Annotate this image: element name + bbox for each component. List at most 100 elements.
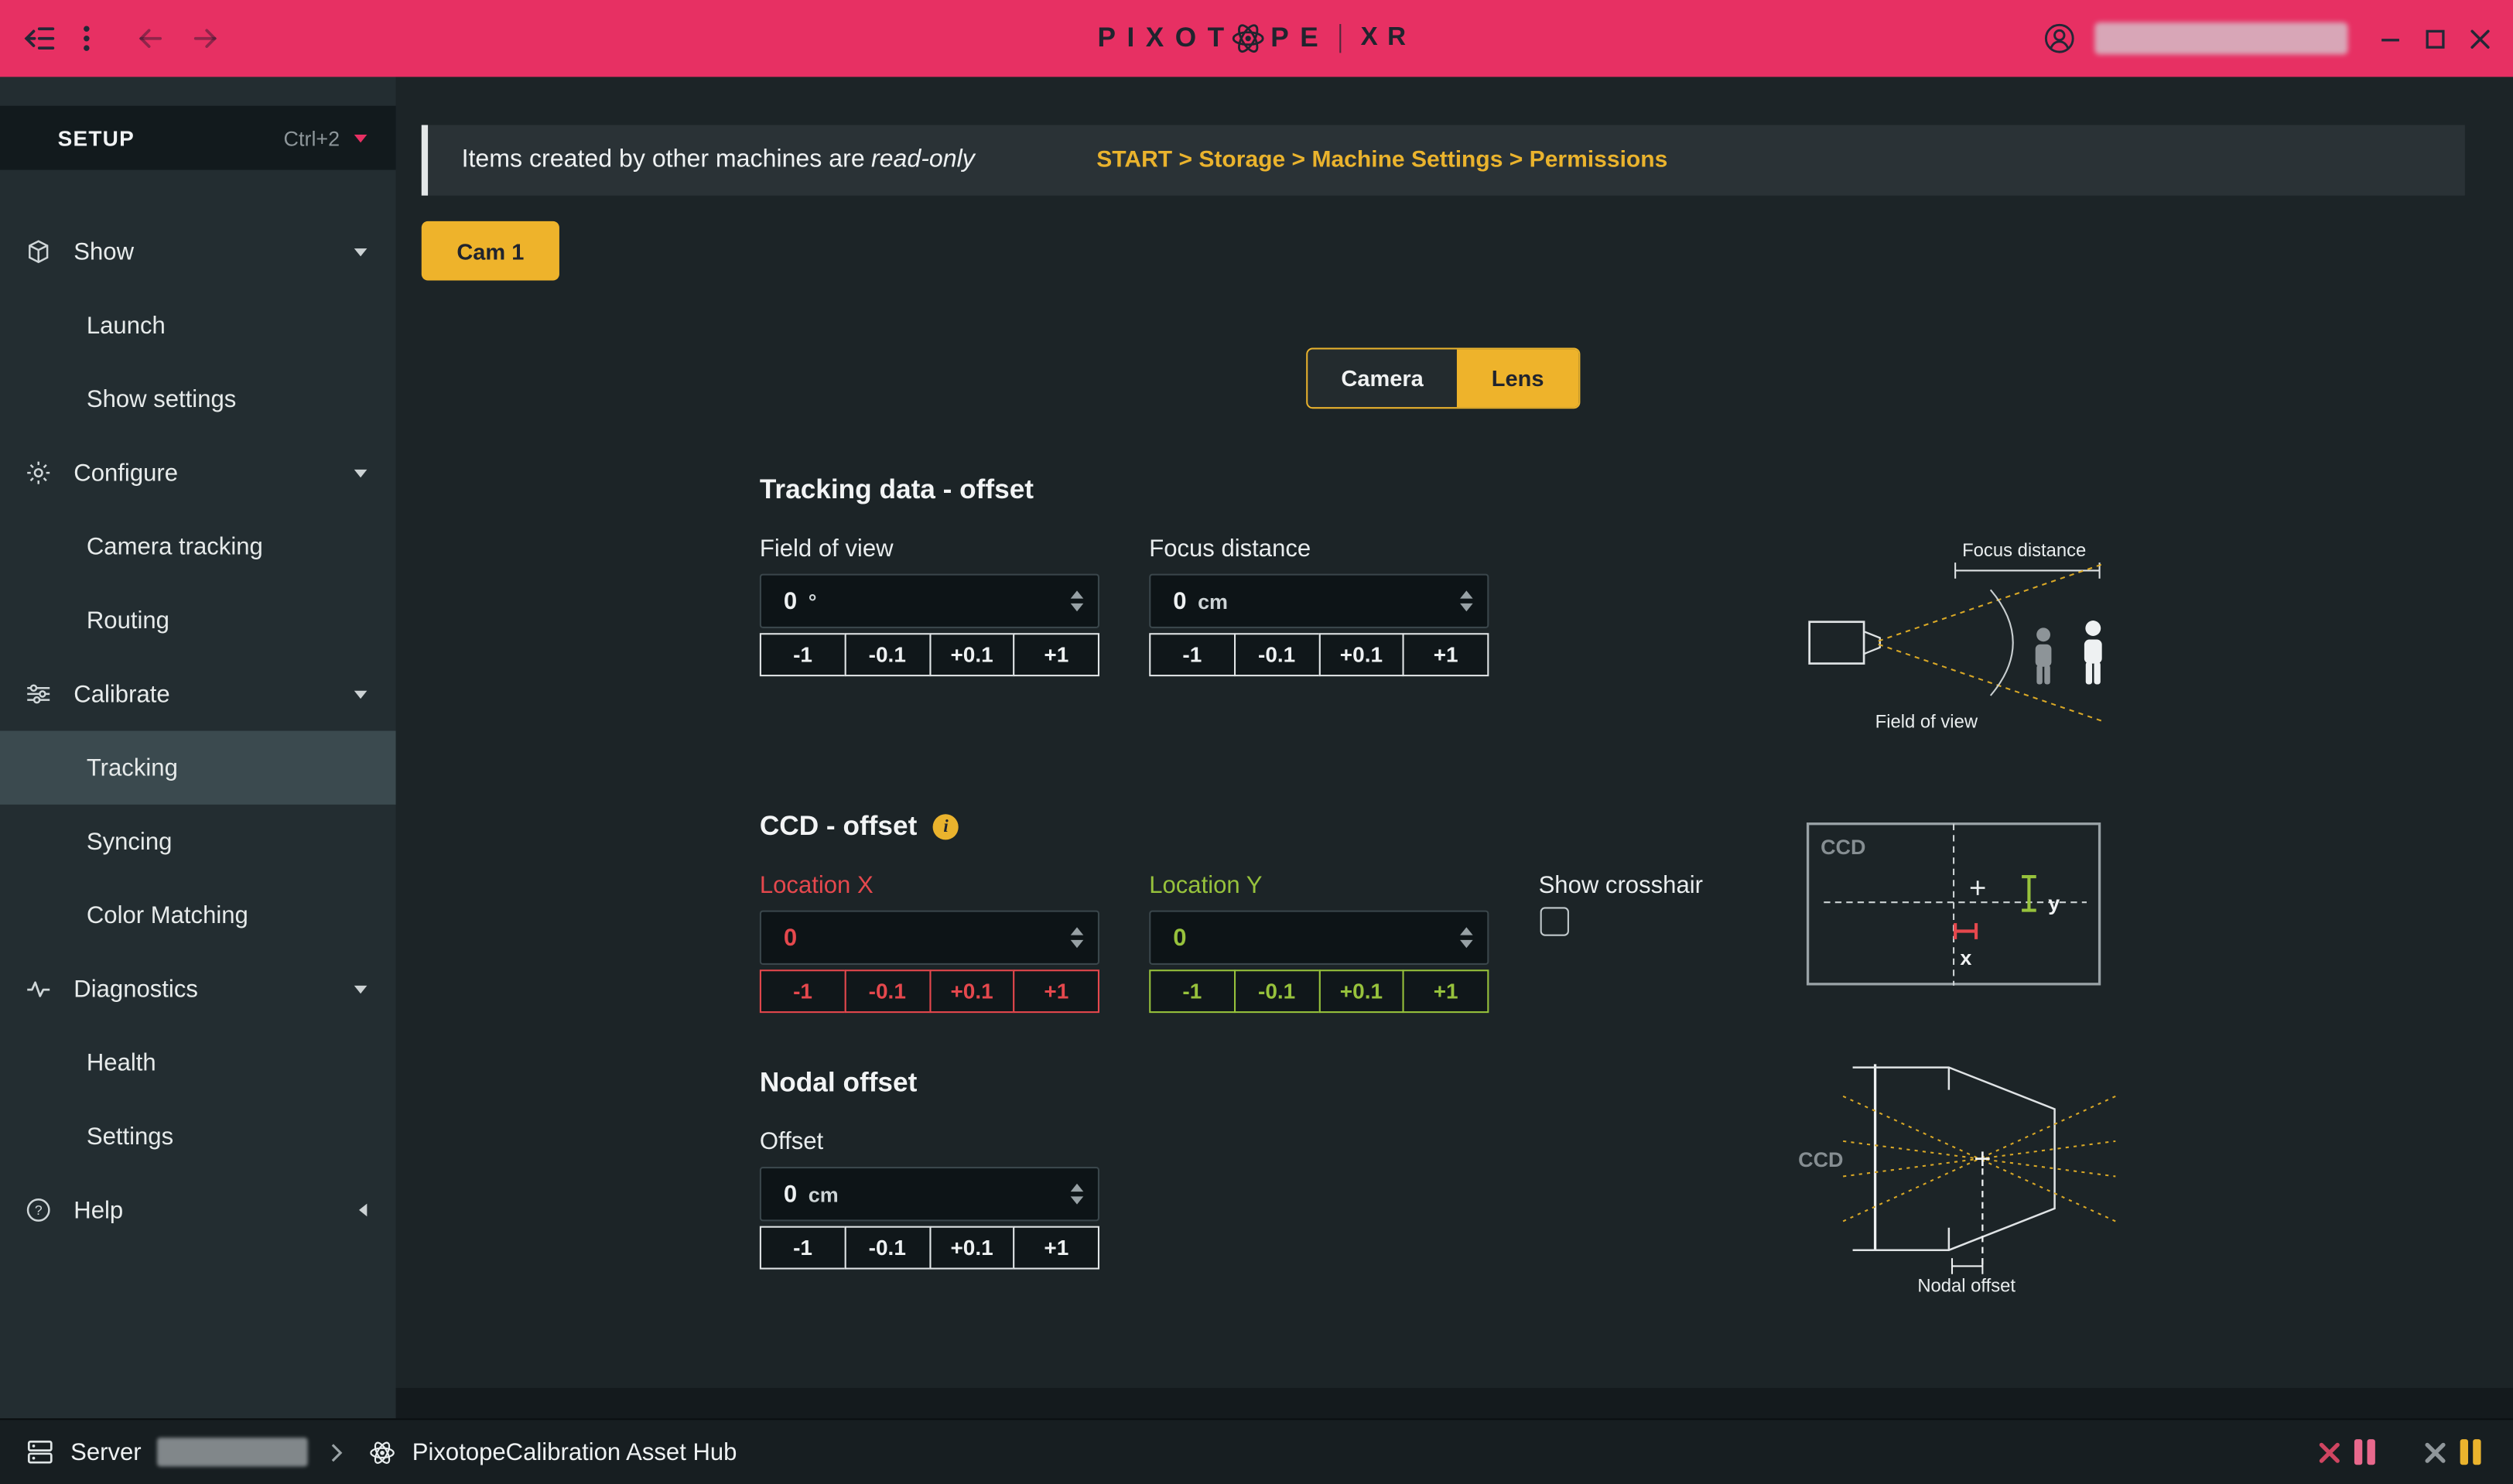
breadcrumb[interactable]: START > Storage > Machine Settings > Per… — [1096, 148, 1667, 173]
step-minus-01-button[interactable]: -0.1 — [844, 1226, 930, 1270]
step-plus-01-button[interactable]: +0.1 — [928, 1226, 1014, 1270]
sidebar-item-health[interactable]: Health — [0, 1026, 396, 1099]
atom-icon — [1230, 21, 1266, 56]
pixotope-logo: PIXOT PE XR — [1097, 21, 1415, 56]
sidebar-item-syncing[interactable]: Syncing — [0, 805, 396, 878]
focus-distance-input[interactable]: 0 cm — [1149, 574, 1489, 628]
sidebar-group-show[interactable]: Show — [0, 215, 396, 289]
pause-yellow-icon[interactable] — [2460, 1439, 2481, 1465]
location-x-field: 0 -1 -0.1 +0.1 +1 — [760, 911, 1099, 1014]
info-icon[interactable]: i — [933, 814, 959, 839]
location-x-input[interactable]: 0 — [760, 911, 1099, 965]
step-minus-01-button[interactable]: -0.1 — [1233, 969, 1319, 1013]
stop-session-red-icon[interactable] — [2317, 1440, 2341, 1464]
step-plus-1-button[interactable]: +1 — [1403, 633, 1489, 676]
show-crosshair-checkbox[interactable] — [1540, 907, 1569, 935]
section-title-tracking-offset: Tracking data - offset — [760, 474, 1034, 506]
sidebar-group-configure[interactable]: Configure — [0, 436, 396, 509]
x-offset-marker — [1955, 923, 1976, 939]
step-plus-01-button[interactable]: +0.1 — [928, 969, 1014, 1013]
pixotope-atom-icon — [369, 1438, 396, 1465]
field-of-view-input[interactable]: 0 ° — [760, 574, 1099, 628]
sidebar-item-routing[interactable]: Routing — [0, 583, 396, 657]
mode-label: SETUP — [58, 126, 135, 150]
minimize-button[interactable] — [2380, 28, 2401, 49]
svg-text:CCD: CCD — [1821, 836, 1865, 859]
section-title-nodal-offset: Nodal offset — [760, 1068, 917, 1099]
pause-pink-icon[interactable] — [2354, 1439, 2375, 1465]
stepper-arrows[interactable] — [1460, 927, 1473, 948]
step-minus-01-button[interactable]: -0.1 — [844, 969, 930, 1013]
sidebar-group-help[interactable]: ? Help — [0, 1173, 396, 1246]
asset-hub-label[interactable]: PixotopeCalibration Asset Hub — [412, 1438, 737, 1465]
chevron-down-icon — [354, 985, 368, 993]
mode-selector[interactable]: SETUP Ctrl+2 — [0, 106, 396, 170]
sidebar-item-tracking[interactable]: Tracking — [0, 731, 396, 805]
tab-camera[interactable]: Camera — [1308, 350, 1457, 408]
chevron-down-icon — [354, 248, 368, 255]
step-minus-01-button[interactable]: -0.1 — [844, 633, 930, 676]
stepper-arrows[interactable] — [1460, 590, 1473, 611]
step-plus-1-button[interactable]: +1 — [1014, 1226, 1099, 1270]
stepper-arrows[interactable] — [1071, 590, 1084, 611]
location-y-input[interactable]: 0 — [1149, 911, 1489, 965]
sidebar-group-diagnostics[interactable]: Diagnostics — [0, 952, 396, 1025]
maximize-button[interactable] — [2425, 28, 2446, 49]
forward-arrow-icon[interactable] — [191, 26, 220, 51]
step-minus-1-button[interactable]: -1 — [1149, 969, 1235, 1013]
focus-distance-label: Focus distance — [1149, 535, 1311, 562]
server-label[interactable]: Server — [70, 1438, 142, 1465]
sidebar-item-color-matching[interactable]: Color Matching — [0, 878, 396, 952]
tab-lens[interactable]: Lens — [1457, 350, 1578, 408]
chevron-down-icon — [354, 469, 368, 477]
sidebar-group-calibrate[interactable]: Calibrate — [0, 657, 396, 730]
step-plus-01-button[interactable]: +0.1 — [1318, 969, 1404, 1013]
content-bottom-gap — [396, 1388, 2513, 1418]
logo-separator — [1339, 24, 1342, 53]
user-account-icon[interactable] — [2043, 22, 2075, 54]
section-title-ccd-offset: CCD - offset i — [760, 811, 959, 843]
svg-text:Field of view: Field of view — [1875, 711, 1978, 732]
gear-icon — [26, 458, 54, 487]
stepper-arrows[interactable] — [1071, 927, 1084, 948]
camera-lens-toggle: Camera Lens — [1306, 348, 1580, 409]
sidebar-item-label: Routing — [87, 607, 169, 634]
step-plus-01-button[interactable]: +0.1 — [1318, 633, 1404, 676]
sidebar-group-label: Calibrate — [74, 680, 354, 707]
person-gray-icon — [2036, 627, 2052, 684]
step-plus-1-button[interactable]: +1 — [1014, 969, 1099, 1013]
close-button[interactable] — [2470, 28, 2491, 49]
step-plus-1-button[interactable]: +1 — [1014, 633, 1099, 676]
sidebar-collapse-icon[interactable] — [22, 24, 56, 53]
cam1-tab[interactable]: Cam 1 — [422, 221, 559, 281]
sidebar-item-label: Settings — [87, 1123, 173, 1150]
chevron-down-icon — [354, 134, 368, 142]
stop-session-gray-icon[interactable] — [2423, 1440, 2447, 1464]
step-minus-01-button[interactable]: -0.1 — [1233, 633, 1319, 676]
sidebar-item-label: Health — [87, 1049, 156, 1076]
kebab-menu-icon[interactable] — [82, 24, 91, 53]
sidebar-item-settings[interactable]: Settings — [0, 1099, 396, 1173]
sidebar-group-label: Help — [74, 1196, 359, 1223]
location-x-label: Location X — [760, 872, 874, 899]
sidebar-item-show-settings[interactable]: Show settings — [0, 362, 396, 436]
product-name: XR — [1361, 24, 1416, 53]
step-minus-1-button[interactable]: -1 — [1149, 633, 1235, 676]
chevron-left-icon — [359, 1204, 367, 1217]
step-minus-1-button[interactable]: -1 — [760, 1226, 846, 1270]
svg-text:CCD: CCD — [1798, 1148, 1843, 1171]
field-of-view-field: 0 ° -1 -0.1 +0.1 +1 — [760, 574, 1099, 677]
step-minus-1-button[interactable]: -1 — [760, 969, 846, 1013]
step-minus-1-button[interactable]: -1 — [760, 633, 846, 676]
stepper-arrows[interactable] — [1071, 1184, 1084, 1205]
server-icon[interactable] — [26, 1438, 54, 1466]
sidebar-item-camera-tracking[interactable]: Camera tracking — [0, 510, 396, 583]
back-arrow-icon[interactable] — [136, 26, 165, 51]
nodal-offset-input[interactable]: 0 cm — [760, 1167, 1099, 1221]
sidebar-item-launch[interactable]: Launch — [0, 289, 396, 362]
step-plus-01-button[interactable]: +0.1 — [928, 633, 1014, 676]
topbar: PIXOT PE XR — [0, 0, 2513, 77]
sidebar-group-label: Diagnostics — [74, 975, 354, 1002]
step-plus-1-button[interactable]: +1 — [1403, 969, 1489, 1013]
chevron-right-icon — [330, 1441, 344, 1462]
